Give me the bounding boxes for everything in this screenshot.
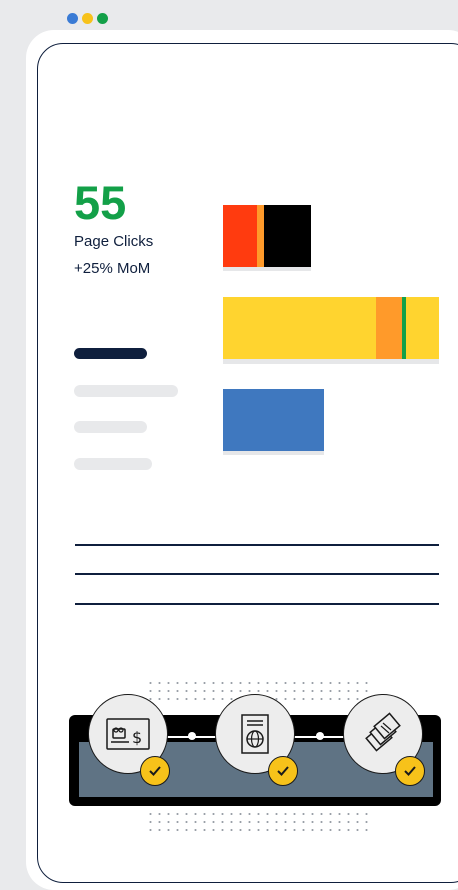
step-connector-node [188,732,196,740]
payment-card-icon: $ [106,718,150,750]
step-connector-node [316,732,324,740]
step-payment-check [140,756,170,786]
window-dot-yellow[interactable] [82,13,93,24]
documents-stack-icon [365,712,401,752]
bar-yellow [223,297,439,359]
step-passport-check [268,756,298,786]
step-documents-check [395,756,425,786]
checkmark-icon [149,766,161,776]
bar-segment [376,297,402,359]
page: { "window": { "controls": [ {"name": "wi… [0,0,458,890]
bar-segment [257,205,264,267]
divider-line [75,603,439,605]
divider-line [75,544,439,546]
checkmark-icon [277,766,289,776]
bar-red-black [223,205,311,267]
window-dot-green[interactable] [97,13,108,24]
dot-pattern [146,810,368,836]
svg-text:$: $ [132,728,142,747]
bar-blue [223,389,324,451]
skeleton-line [74,385,178,397]
window-dot-blue[interactable] [67,13,78,24]
passport-icon [241,714,269,754]
metric-change: +25% MoM [74,260,151,277]
checkmark-icon [404,766,416,776]
skeleton-line [74,421,147,433]
bar-segment [406,297,439,359]
bar-segment [264,205,311,267]
window-controls [67,13,108,24]
metric-value: 55 [74,176,127,229]
skeleton-line [74,458,152,470]
metric-label: Page Clicks [74,233,154,250]
divider-line [75,573,439,575]
bar-segment [223,205,257,267]
bar-segment [223,389,324,451]
skeleton-heading [74,348,147,359]
bar-segment [223,297,376,359]
